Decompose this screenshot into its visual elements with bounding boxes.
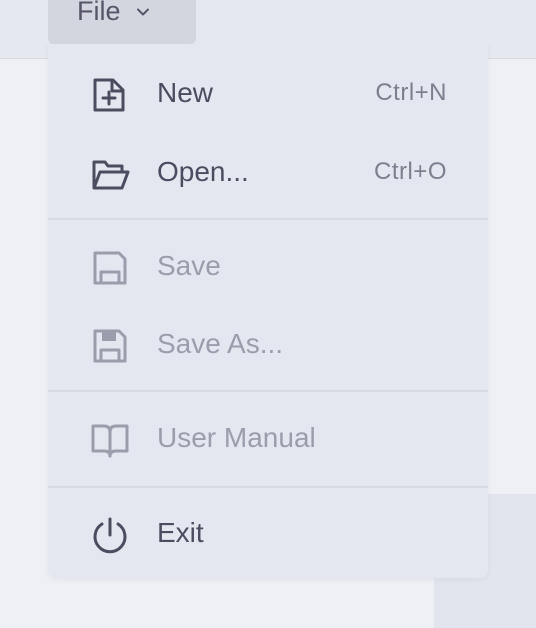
save-as-icon bbox=[93, 329, 127, 363]
menu-item-open[interactable]: Open... Ctrl+O bbox=[48, 144, 488, 200]
new-file-icon bbox=[93, 78, 125, 112]
menu-item-save[interactable]: Save bbox=[48, 238, 488, 294]
file-dropdown-menu: New Ctrl+N Open... Ctrl+O Save Save As..… bbox=[48, 44, 488, 578]
chevron-down-icon bbox=[136, 8, 149, 16]
book-icon bbox=[91, 424, 129, 458]
menu-item-new-label: New bbox=[157, 77, 214, 108]
menu-item-user-manual[interactable]: User Manual bbox=[48, 410, 488, 466]
menu-item-exit-label: Exit bbox=[157, 517, 204, 548]
menu-item-open-shortcut: Ctrl+O bbox=[373, 158, 447, 185]
menu-separator bbox=[48, 218, 488, 220]
menu-item-new[interactable]: New Ctrl+N bbox=[48, 65, 488, 121]
file-menu-button[interactable]: File bbox=[48, 0, 196, 44]
menu-item-save-as[interactable]: Save As... bbox=[48, 316, 488, 372]
menu-item-new-shortcut: Ctrl+N bbox=[375, 79, 447, 106]
open-folder-icon bbox=[92, 160, 130, 190]
menu-item-user-manual-label: User Manual bbox=[157, 422, 316, 453]
file-menu-label: File bbox=[77, 0, 121, 26]
menu-item-open-label: Open... bbox=[157, 156, 249, 187]
menu-item-exit[interactable]: Exit bbox=[48, 505, 488, 561]
power-icon bbox=[93, 517, 127, 554]
menu-separator bbox=[48, 390, 488, 392]
menu-separator bbox=[48, 486, 488, 488]
save-icon bbox=[93, 251, 127, 285]
menu-item-save-as-label: Save As... bbox=[157, 328, 284, 359]
menu-item-save-label: Save bbox=[157, 250, 221, 281]
